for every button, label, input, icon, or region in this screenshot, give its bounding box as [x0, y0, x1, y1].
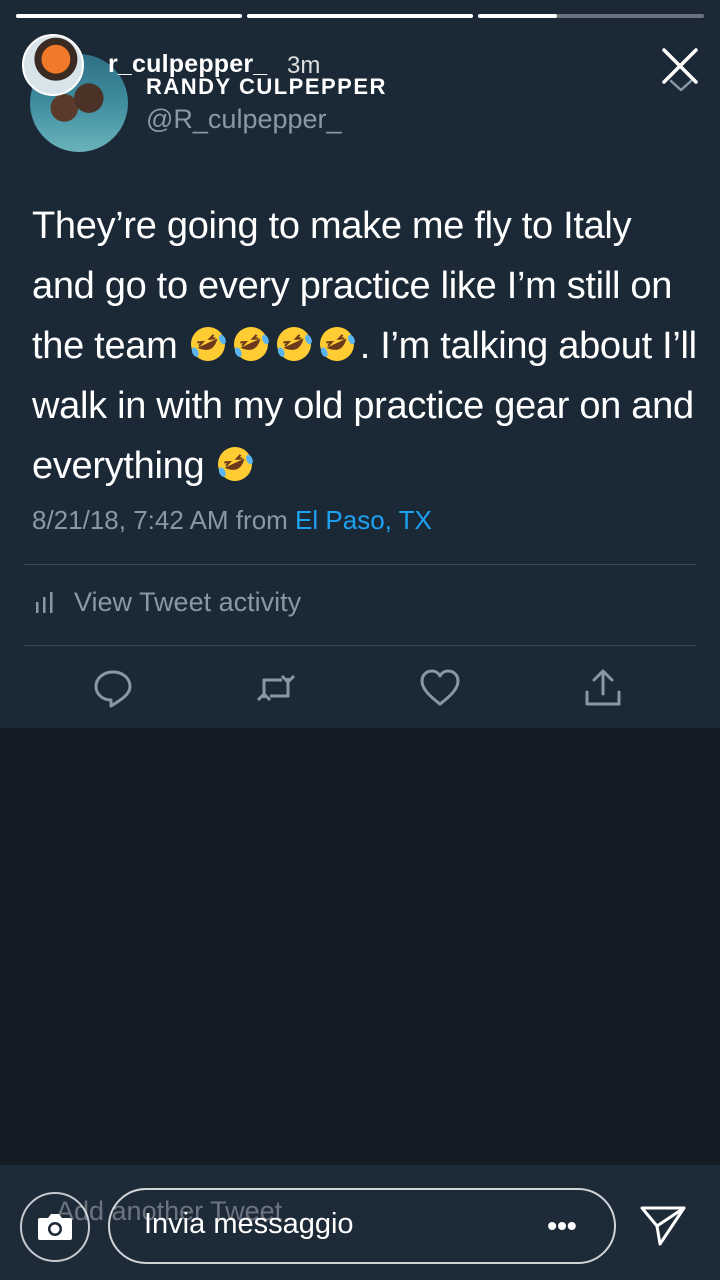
view-tweet-activity-button[interactable]: View Tweet activity	[34, 584, 301, 620]
progress-fill	[16, 14, 242, 18]
close-icon[interactable]	[658, 44, 702, 88]
more-options-button[interactable]: •••	[544, 1212, 580, 1240]
laughing-emoji-icon	[319, 327, 355, 361]
story-progress-1	[16, 14, 242, 18]
message-input-placeholder: Invia messaggio	[144, 1208, 354, 1240]
story-progress-3	[478, 14, 704, 18]
laughing-emoji-icon	[276, 327, 312, 361]
progress-fill	[247, 14, 473, 18]
story-background-shade	[0, 1090, 720, 1165]
like-heart-icon[interactable]	[418, 666, 462, 710]
camera-icon	[38, 1214, 72, 1240]
reply-icon[interactable]	[91, 666, 135, 710]
story-viewer: RANDY CULPEPPER @R_culpepper_ r_culpeppe…	[0, 0, 720, 1280]
story-background	[0, 730, 720, 1090]
bar-chart-icon	[36, 592, 53, 613]
retweet-icon[interactable]	[254, 666, 298, 710]
story-avatar[interactable]	[22, 34, 84, 96]
tweet-date: 8/21/18, 7:42 AM from	[32, 505, 296, 535]
laughing-emoji-icon	[190, 327, 226, 361]
tweet-handle[interactable]: @R_culpepper_	[146, 104, 342, 135]
divider	[24, 564, 696, 565]
send-icon[interactable]	[638, 1202, 688, 1248]
story-progress-2	[247, 14, 473, 18]
share-icon[interactable]	[581, 666, 625, 710]
laughing-emoji-icon	[233, 327, 269, 361]
camera-button[interactable]	[20, 1192, 90, 1262]
story-username[interactable]: r_culpepper_	[108, 50, 267, 79]
tweet-text: They’re going to make me fly to Italy an…	[32, 196, 702, 496]
emoji-group	[188, 325, 360, 367]
story-time: 3m	[287, 52, 321, 79]
tweet-location-link[interactable]: El Paso, TX	[295, 505, 432, 535]
progress-fill	[478, 14, 558, 18]
view-tweet-activity-label: View Tweet activity	[74, 586, 302, 617]
tweet-timestamp: 8/21/18, 7:42 AM from El Paso, TX	[32, 505, 432, 536]
laughing-emoji-icon	[217, 447, 253, 481]
divider	[24, 645, 696, 646]
